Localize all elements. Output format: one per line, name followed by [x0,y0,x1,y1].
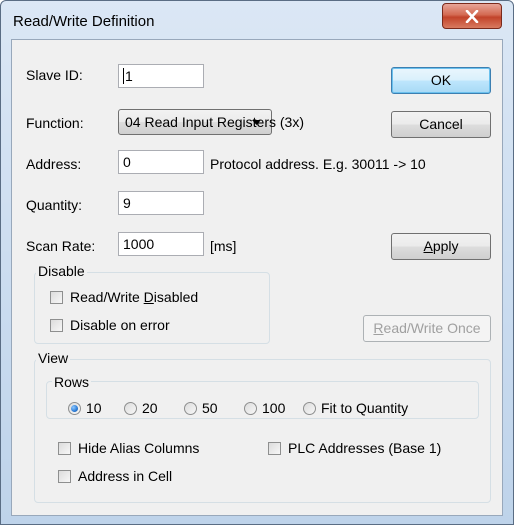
hide-alias-columns-label: Hide Alias Columns [78,440,200,456]
disable-group [34,272,270,344]
ok-button[interactable]: OK [391,67,491,94]
window-title: Read/Write Definition [13,13,155,30]
quantity-label: Quantity: [26,197,83,213]
rw-disabled-label-pre: Read/Write [70,289,144,305]
cancel-button[interactable]: Cancel [391,111,491,138]
apply-label-post: pply [432,238,459,254]
address-in-cell-label: Address in Cell [78,468,173,484]
rw-disabled-checkbox[interactable] [50,291,63,304]
rw-disabled-label-key: D [143,289,154,305]
quantity-value: 9 [123,195,131,211]
view-group-caption: View [36,350,71,366]
plc-addresses-checkbox[interactable] [268,442,281,455]
rows-50-label: 50 [202,400,218,416]
disable-group-caption: Disable [36,263,87,279]
rows-group-caption: Rows [52,374,92,390]
slave-id-label: Slave ID: [26,67,83,83]
rw-disabled-label-post: isabled [153,289,199,305]
scan-rate-unit: [ms] [210,238,237,254]
rows-fit-to-quantity-label: Fit to Quantity [321,400,409,416]
scan-rate-value: 1000 [123,236,155,252]
rows-20-radio[interactable] [124,402,137,415]
read-write-once-button[interactable]: Read/Write Once [363,315,491,342]
dialog-window: Read/Write Definition Slave ID: 1 Functi… [0,0,514,525]
function-selected-value: 04 Read Input Registers (3x) [125,114,304,130]
address-hint: Protocol address. E.g. 30011 -> 10 [210,156,426,172]
address-label: Address: [26,156,82,172]
rows-10-radio[interactable] [68,402,81,415]
close-x-icon [465,10,479,23]
rows-100-radio[interactable] [244,402,257,415]
address-value: 0 [123,154,131,170]
title-bar[interactable]: Read/Write Definition [1,1,513,39]
close-button[interactable] [442,3,502,29]
hide-alias-columns-checkbox[interactable] [58,442,71,455]
slave-id-value: 1 [125,68,133,84]
apply-button[interactable]: Apply [391,233,491,260]
rows-10-label: 10 [86,400,102,416]
rw-disabled-label: Read/Write Disabled [70,289,198,305]
scan-rate-input[interactable]: 1000 [118,232,204,256]
cancel-button-label: Cancel [419,116,463,132]
plc-addresses-label: PLC Addresses (Base 1) [288,440,442,456]
rwonce-label-post: ead/Write Once [383,320,481,336]
scan-rate-label: Scan Rate: [26,238,96,254]
rows-50-radio[interactable] [184,402,197,415]
function-select[interactable]: 04 Read Input Registers (3x) [118,109,304,135]
dropdown-arrow-icon [252,120,261,125]
quantity-input[interactable]: 9 [118,191,204,215]
address-input[interactable]: 0 [118,150,204,174]
rows-100-label: 100 [262,400,286,416]
dialog-client-area: Slave ID: 1 Function: 04 Read Input Regi… [11,39,503,516]
rwonce-label-key: R [373,320,384,336]
disable-on-error-checkbox[interactable] [50,319,63,332]
ok-button-label: OK [430,72,452,88]
rows-fit-to-quantity-radio[interactable] [303,402,316,415]
function-label: Function: [26,115,84,131]
apply-label-key: A [423,238,433,254]
rows-20-label: 20 [142,400,158,416]
address-in-cell-checkbox[interactable] [58,470,71,483]
text-caret [123,68,124,84]
slave-id-input[interactable]: 1 [118,64,204,88]
disable-on-error-label: Disable on error [70,317,170,333]
